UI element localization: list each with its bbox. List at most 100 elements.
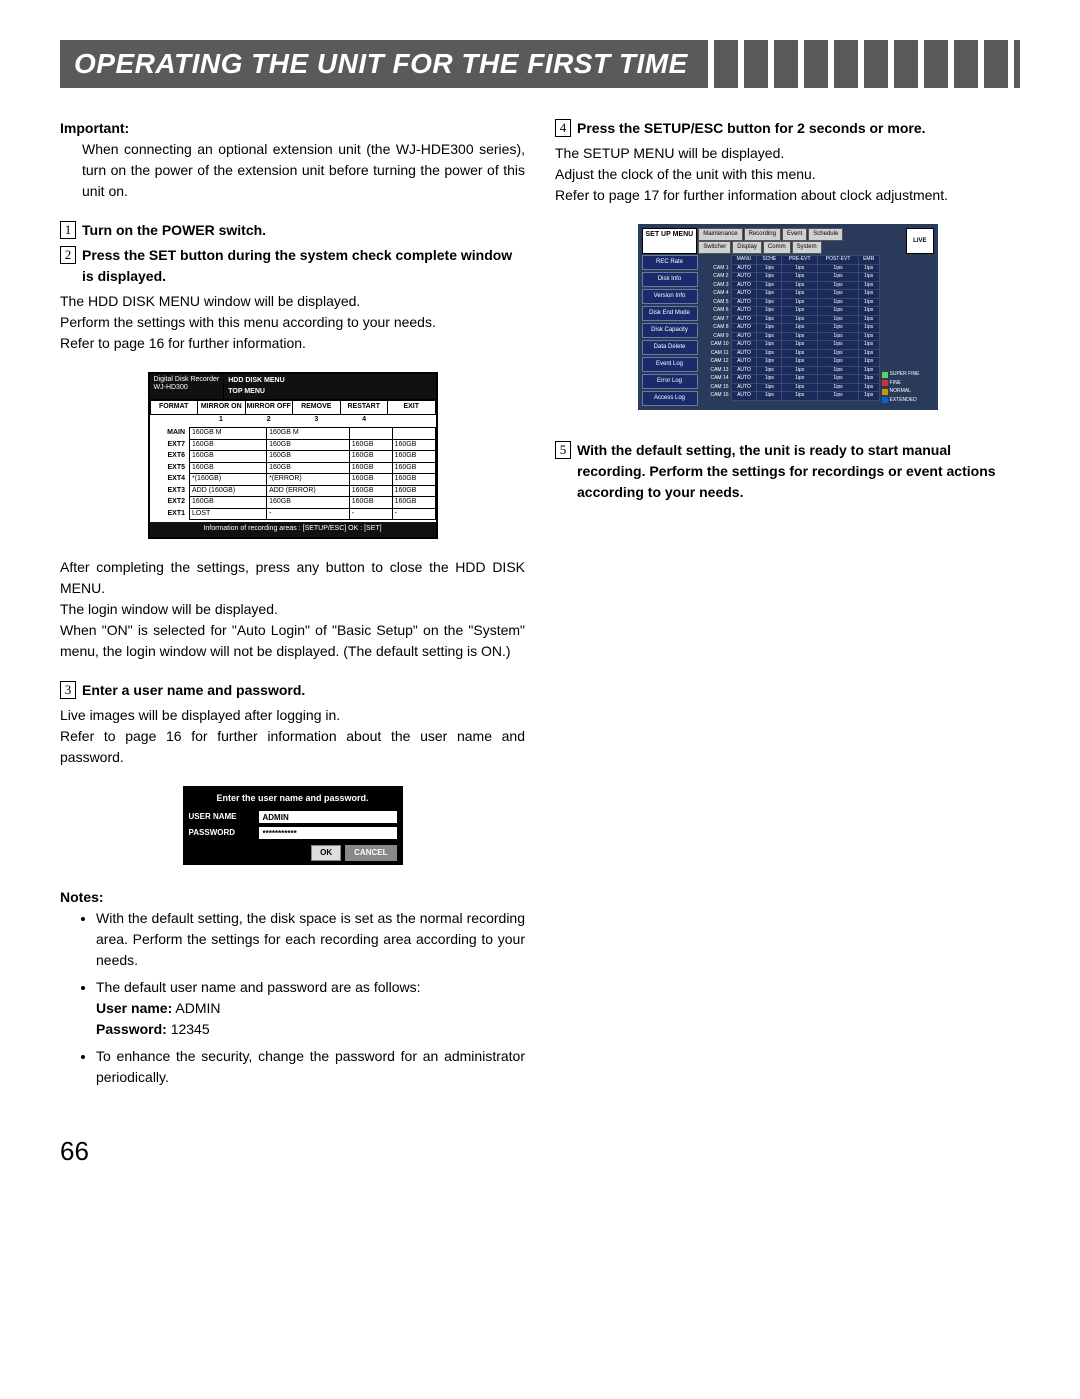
hdd-cell: 160GB <box>392 497 435 509</box>
setup-cell: AUTO <box>731 290 757 299</box>
setup-tab: Schedule <box>808 228 843 241</box>
setup-cell: 1ips <box>757 341 782 350</box>
setup-cell: 1ips <box>858 375 879 384</box>
hdd-cell: 160GB <box>267 439 350 451</box>
page-header: OPERATING THE UNIT FOR THE FIRST TIME <box>60 40 1020 88</box>
setup-cell: AUTO <box>731 273 757 282</box>
setup-cell: 1ips <box>757 332 782 341</box>
hdd-tab: FORMAT <box>150 400 199 415</box>
setup-row-label: CAM 1 <box>700 264 732 273</box>
note-pass-value: 12345 <box>167 1021 210 1037</box>
hdd-row-label: EXT5 <box>150 462 190 474</box>
setup-side-button: Disk End Mode <box>642 306 698 321</box>
hdd-menu-line1: HDD DISK MENU <box>228 376 431 387</box>
setup-menu-figure: SET UP MENU MaintenanceRecordingEventSch… <box>638 224 938 410</box>
step2-p1: The HDD DISK MENU window will be display… <box>60 291 525 312</box>
setup-cell: 1ips <box>782 332 818 341</box>
login-pass-label: PASSWORD <box>189 827 259 839</box>
hdd-cell: 160GB <box>267 497 350 509</box>
setup-row-label: CAM 3 <box>700 281 732 290</box>
hdd-cell: 160GB <box>190 439 267 451</box>
setup-cell: AUTO <box>731 349 757 358</box>
setup-cell: 1ips <box>782 358 818 367</box>
hdd-menu-line2: TOP MENU <box>228 387 431 398</box>
setup-cell: 1ips <box>757 273 782 282</box>
setup-cell: 1ips <box>858 366 879 375</box>
hdd-cell: 160GB <box>392 485 435 497</box>
setup-cell: AUTO <box>731 358 757 367</box>
setup-row-label: CAM 9 <box>700 332 732 341</box>
setup-cell: 1ips <box>757 349 782 358</box>
setup-cell: 1ips <box>818 264 859 273</box>
step3-p2: Refer to page 16 for further information… <box>60 726 525 768</box>
hdd-cell: 160GB <box>190 497 267 509</box>
setup-cell: 1ips <box>858 358 879 367</box>
setup-cell: AUTO <box>731 332 757 341</box>
setup-cell: 1ips <box>782 315 818 324</box>
hdd-cell: *(160GB) <box>190 474 267 486</box>
setup-tab: Recording <box>744 228 781 241</box>
hdd-cell: *(ERROR) <box>267 474 350 486</box>
login-cancel: CANCEL <box>345 845 396 861</box>
hdd-cell: 160GB M <box>267 428 350 440</box>
setup-cell: 1ips <box>858 349 879 358</box>
setup-cell: 1ips <box>858 332 879 341</box>
setup-cell: 1ips <box>818 358 859 367</box>
step-number-5: 5 <box>555 441 571 459</box>
setup-cell: 1ips <box>818 324 859 333</box>
setup-side-button: Event Log <box>642 357 698 372</box>
setup-cell: 1ips <box>782 273 818 282</box>
hdd-row-label: EXT4 <box>150 474 190 486</box>
setup-cell: 1ips <box>818 273 859 282</box>
setup-cell: 1ips <box>782 349 818 358</box>
step-title-5: With the default setting, the unit is re… <box>577 440 1020 503</box>
setup-menu-label: SET UP MENU <box>642 228 698 254</box>
setup-cell: 1ips <box>858 290 879 299</box>
hdd-row-label: EXT7 <box>150 439 190 451</box>
setup-cell: 1ips <box>818 375 859 384</box>
setup-cell: 1ips <box>782 324 818 333</box>
setup-row-label: CAM 13 <box>700 366 732 375</box>
setup-cell: 1ips <box>858 341 879 350</box>
setup-cell: 1ips <box>782 392 818 401</box>
note-pass-label: Password: <box>96 1021 167 1037</box>
hdd-cell: 160GB <box>267 451 350 463</box>
setup-cell: 1ips <box>757 298 782 307</box>
setup-cell: 1ips <box>818 392 859 401</box>
setup-col-header: PRE-EVT <box>782 256 818 265</box>
setup-cell: 1ips <box>818 383 859 392</box>
setup-cell: 1ips <box>858 281 879 290</box>
setup-side-button: REC Rate <box>642 255 698 270</box>
hdd-tab: MIRROR ON <box>198 400 246 415</box>
hdd-cell: 160GB <box>190 462 267 474</box>
setup-cell: 1ips <box>818 290 859 299</box>
setup-row-label: CAM 10 <box>700 341 732 350</box>
setup-cell: 1ips <box>782 281 818 290</box>
hdd-row-label: MAIN <box>150 428 190 440</box>
setup-col-header: POST-EVT <box>818 256 859 265</box>
setup-cell: 1ips <box>757 358 782 367</box>
setup-side-button: Data Delete <box>642 340 698 355</box>
login-ok: OK <box>311 845 341 861</box>
hdd-cell: 160GB <box>349 439 392 451</box>
hdd-cell: 160GB <box>349 485 392 497</box>
setup-row-label: CAM 14 <box>700 375 732 384</box>
step-number-3: 3 <box>60 681 76 699</box>
setup-row-label: CAM 5 <box>700 298 732 307</box>
setup-cell: 1ips <box>757 375 782 384</box>
setup-cell: 1ips <box>858 392 879 401</box>
setup-live: LIVE <box>906 228 933 254</box>
legend-swatch <box>882 397 888 403</box>
hdd-cell: 160GB <box>392 462 435 474</box>
setup-cell: AUTO <box>731 264 757 273</box>
setup-row-label: CAM 16 <box>700 392 732 401</box>
hdd-cell: - <box>392 508 435 520</box>
hdd-col-num: 2 <box>245 415 293 426</box>
setup-row-label: CAM 11 <box>700 349 732 358</box>
page-title: OPERATING THE UNIT FOR THE FIRST TIME <box>60 40 708 88</box>
setup-tab: Display <box>732 241 762 254</box>
legend-swatch <box>882 372 888 378</box>
setup-row-label: CAM 7 <box>700 315 732 324</box>
step-title-4: Press the SETUP/ESC button for 2 seconds… <box>577 118 1020 139</box>
after-text-2: The login window will be displayed. <box>60 599 525 620</box>
